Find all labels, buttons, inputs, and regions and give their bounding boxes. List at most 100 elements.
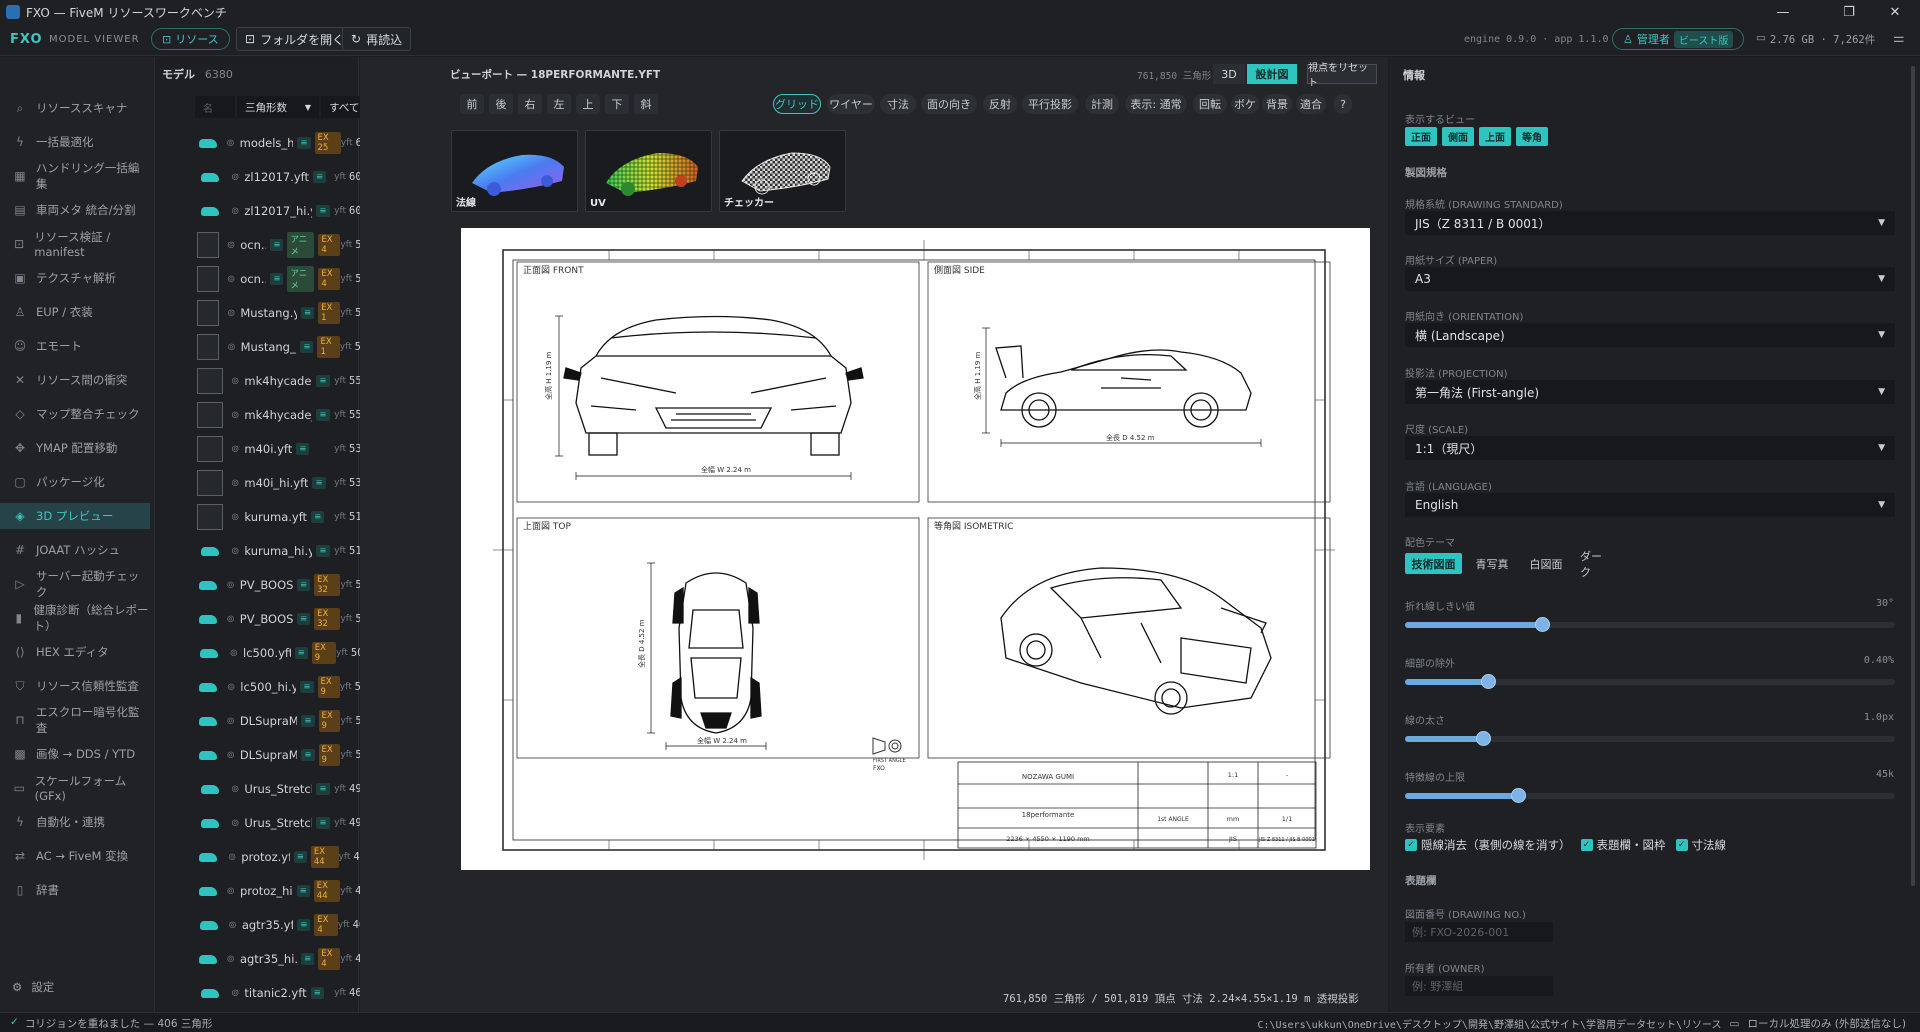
info-scrollbar[interactable]	[1911, 66, 1915, 886]
toggle-12[interactable]: ?	[1334, 94, 1352, 114]
sidebar-item-14[interactable]: ▷ サーバー起動チェック	[0, 569, 150, 599]
sidebar-item-9[interactable]: ◇ マップ整合チェック	[0, 401, 150, 427]
model-row[interactable]: ⊚agtr35_hi....≡EX 4yft466,54	[190, 942, 385, 976]
minimize-button[interactable]: —	[1760, 0, 1806, 24]
slider-knob[interactable]	[1510, 788, 1526, 803]
view-button-5[interactable]: 下	[605, 94, 629, 114]
sidebar-item-16[interactable]: ⟨⟩ HEX エディタ	[0, 639, 150, 665]
slider-track-1[interactable]	[1405, 674, 1895, 689]
sidebar-item-17[interactable]: ⛉ リソース信頼性監査	[0, 673, 150, 699]
model-row[interactable]: ⊚lc500_hi.yft≡EX 9yft509,24	[190, 670, 385, 704]
sidebar-item-10[interactable]: ✥ YMAP 配置移動	[0, 435, 150, 461]
view-chip-iso[interactable]: 等角	[1516, 127, 1548, 146]
paper-select[interactable]: A3 ▼	[1405, 267, 1895, 291]
sidebar-item-21[interactable]: ϟ 自動化・連携	[0, 809, 150, 835]
model-row[interactable]: ⊚ocn...≡アニメEX 4yft592,11	[190, 228, 385, 262]
toggle-3[interactable]: 面の向き	[921, 94, 977, 114]
reload-button[interactable]: ↻ 再読込	[342, 27, 412, 51]
model-row[interactable]: ⊚lc500.yft≡EX 9yft509,24	[190, 636, 385, 670]
sidebar-item-18[interactable]: ⊓ エスクロー暗号化監査	[0, 705, 150, 735]
model-row[interactable]: ⊚mk4hycade.yft≡yft551,55	[190, 364, 385, 398]
model-row[interactable]: ⊚PV_BOOS...≡EX 32yft512,52	[190, 568, 385, 602]
model-row[interactable]: ⊚kuruma_hi.yft≡yft516,73	[190, 534, 385, 568]
toggle-0[interactable]: グリッド	[773, 94, 821, 114]
scale-select[interactable]: 1:1（現尺） ▼	[1405, 436, 1895, 460]
view-chip-top[interactable]: 上面	[1479, 127, 1511, 146]
toggle-2[interactable]: 寸法	[880, 94, 916, 114]
texture-thumb-checker[interactable]: チェッカー	[719, 130, 846, 212]
standard-select[interactable]: JIS（Z 8311 / B 0001） ▼	[1405, 211, 1895, 235]
sidebar-item-7[interactable]: ☺ エモート	[0, 333, 150, 359]
toggle-1[interactable]: ワイヤー	[827, 94, 875, 114]
sidebar-item-6[interactable]: ♙ EUP / 衣装	[0, 299, 150, 325]
mode-drawing-button[interactable]: 設計図	[1247, 64, 1297, 84]
close-button[interactable]: ✕	[1872, 0, 1918, 24]
user-badge[interactable]: ♙ 管理者 ビースト版	[1612, 28, 1745, 50]
sidebar-item-12[interactable]: ◈ 3D プレビュー	[0, 503, 150, 529]
theme-option-0[interactable]: 技術図面	[1405, 553, 1462, 574]
sidebar-item-5[interactable]: ▣ テクスチャ解析	[0, 265, 150, 291]
view-button-3[interactable]: 左	[547, 94, 571, 114]
toggle-11[interactable]: 適合	[1296, 94, 1326, 114]
theme-option-2[interactable]: 白図面	[1520, 553, 1572, 574]
model-row[interactable]: ⊚models_h...≡EX 25yft612,38	[190, 126, 385, 160]
sidebar-item-22[interactable]: ⇄ AC → FiveM 変換	[0, 843, 150, 869]
slider-track-3[interactable]	[1405, 788, 1895, 803]
sidebar-item-8[interactable]: ✕ リソース間の衝突	[0, 367, 150, 393]
toggle-6[interactable]: 計測	[1085, 94, 1119, 114]
view-chip-side[interactable]: 側面	[1442, 127, 1474, 146]
model-row[interactable]: ⊚zl12017.yft≡yft606,75	[190, 160, 385, 194]
drawing-no-input[interactable]: 例: FXO-2026-001	[1405, 922, 1553, 942]
model-filter-input[interactable]: 名	[195, 96, 235, 118]
model-row[interactable]: ⊚Mustang.yft≡EX 1yft558,57	[190, 296, 385, 330]
model-row[interactable]: ⊚DLSupraM...≡EX 9yft508,27	[190, 704, 385, 738]
dimension-checkbox[interactable]: ✓ 寸法線	[1675, 837, 1726, 853]
model-row[interactable]: ⊚ocn...≡アニメEX 4yft592,11	[190, 262, 385, 296]
model-row[interactable]: ⊚protoz_hi...≡EX 44yft470,16	[190, 874, 385, 908]
toggle-9[interactable]: ボケ	[1231, 94, 1259, 114]
model-row[interactable]: ⊚protoz.yft≡EX 44yft470,16	[190, 840, 385, 874]
sidebar-item-11[interactable]: ▢ パッケージ化	[0, 469, 150, 495]
drawing-sheet[interactable]: 正面図 FRONT 側面図 SIDE 上面図 TOP 等角図 ISOMETRIC…	[461, 228, 1370, 870]
toggle-7[interactable]: 表示: 通常	[1125, 94, 1187, 114]
view-button-4[interactable]: 上	[576, 94, 600, 114]
model-row[interactable]: ⊚agtr35.yft≡EX 4yft466,54	[190, 908, 385, 942]
theme-option-3[interactable]: ダーク	[1580, 550, 1612, 579]
titleblock-checkbox[interactable]: ✓ 表題欄・図枠	[1580, 837, 1666, 853]
sidebar-item-1[interactable]: ϟ 一括最適化	[0, 129, 150, 155]
theme-option-1[interactable]: 青写真	[1470, 553, 1514, 574]
view-chip-front[interactable]: 正面	[1405, 127, 1437, 146]
slider-track-2[interactable]	[1405, 731, 1895, 746]
model-row[interactable]: ⊚titanic2.yft≡yft465,45	[190, 976, 385, 1010]
sidebar-item-3[interactable]: ▤ 車両メタ 統合/分割	[0, 197, 150, 223]
sidebar-item-4[interactable]: ⊡ リソース検証 / manifest	[0, 230, 150, 259]
sort-select[interactable]: 三角形数 ▼	[237, 96, 319, 118]
sidebar-item-19[interactable]: ▩ 画像 → DDS / YTD	[0, 741, 150, 767]
hidden-line-checkbox[interactable]: ✓ 隠線消去（裏側の線を消す）	[1405, 837, 1571, 853]
view-button-2[interactable]: 右	[518, 94, 542, 114]
language-select[interactable]: English ▼	[1405, 493, 1895, 517]
sidebar-settings[interactable]: ⚙ 設定	[12, 979, 54, 995]
model-row[interactable]: ⊚Urus_Stretch_6_...≡yft493,36	[190, 806, 385, 840]
view-button-0[interactable]: 前	[460, 94, 484, 114]
toggle-4[interactable]: 反射	[983, 94, 1017, 114]
model-row[interactable]: ⊚PV_BOOS...≡EX 32yft512,52	[190, 602, 385, 636]
model-row[interactable]: ⊚m40i.yft≡yft537,96	[190, 432, 385, 466]
view-button-6[interactable]: 斜	[634, 94, 658, 114]
model-row[interactable]: ⊚DLSupraM...≡EX 9yft508,27	[190, 738, 385, 772]
settings-toggle-icon[interactable]: ⚌	[1893, 31, 1905, 46]
sidebar-item-13[interactable]: # JOAAT ハッシュ	[0, 537, 150, 563]
mode-3d-button[interactable]: 3D	[1213, 64, 1245, 84]
open-folder-button[interactable]: ⊡ フォルダを開く	[236, 27, 354, 51]
toggle-8[interactable]: 回転	[1193, 94, 1227, 114]
model-row[interactable]: ⊚Urus_Stretch_6.yft≡yft493,36	[190, 772, 385, 806]
model-row[interactable]: ⊚m40i_hi.yft≡yft537,96	[190, 466, 385, 500]
model-row[interactable]: ⊚mk4hycade_hi.yft≡yft551,55	[190, 398, 385, 432]
reset-view-button[interactable]: 視点をリセット	[1307, 63, 1377, 89]
toggle-10[interactable]: 背景	[1262, 94, 1292, 114]
model-row[interactable]: ⊚zl12017_hi.yft≡yft606,75	[190, 194, 385, 228]
orientation-select[interactable]: 横 (Landscape) ▼	[1405, 323, 1895, 347]
sidebar-item-2[interactable]: ▦ ハンドリング一括編集	[0, 161, 150, 191]
sidebar-item-0[interactable]: ⌕ リソーススキャナ	[0, 95, 150, 121]
sidebar-item-20[interactable]: ▭ スケールフォーム (GFx)	[0, 774, 150, 803]
